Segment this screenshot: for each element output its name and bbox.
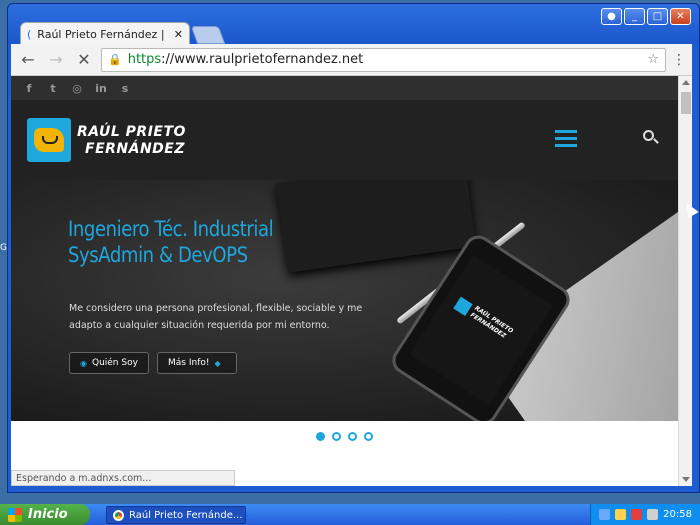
bookmark-star-icon[interactable]: ☆	[647, 52, 659, 67]
tab-raul-prieto[interactable]: ( Raúl Prieto Fernández | Inge ✕	[20, 22, 190, 46]
hero-slider: RAÚL PRIETO FERNÁNDEZ Ingeniero Téc. Ind…	[11, 180, 678, 421]
hero-description: Me considero una persona profesional, fl…	[69, 303, 363, 331]
hero-title-line2: SysAdmin & DevOPS	[68, 243, 248, 267]
tab-title: Raúl Prieto Fernández | Inge	[37, 28, 167, 41]
linkedin-icon[interactable]: in	[95, 82, 107, 95]
close-button[interactable]: ✕	[670, 8, 691, 25]
window-controls: ● _ □ ✕	[601, 8, 691, 25]
back-button[interactable]: ←	[17, 49, 39, 71]
user-profile-icon[interactable]: ●	[601, 8, 622, 25]
url-scheme: https	[127, 52, 162, 67]
warning-icon[interactable]	[615, 509, 627, 520]
quien-soy-button[interactable]: ◉ Quién Soy	[69, 352, 149, 374]
tab-close-icon[interactable]: ✕	[174, 28, 183, 41]
taskbar-item-chrome[interactable]: Raúl Prieto Fernánde...	[106, 506, 246, 524]
site-name-line1: RAÚL PRIETO	[77, 124, 186, 140]
browser-menu-icon[interactable]: ⋮	[672, 52, 686, 68]
address-bar[interactable]: 🔒 https://www.raulprietofernandez.net ☆	[101, 47, 666, 72]
slider-pagination	[11, 432, 678, 441]
security-shield-icon[interactable]	[631, 509, 643, 520]
site-name-line2: FERNÁNDEZ	[85, 141, 186, 157]
twitter-icon[interactable]: t	[47, 82, 59, 95]
site-name[interactable]: RAÚL PRIETO FERNÁNDEZ	[77, 124, 186, 158]
start-label: Inicio	[28, 507, 68, 522]
site-logo[interactable]	[27, 118, 71, 162]
clock[interactable]: 20:58	[663, 509, 692, 520]
slider-dot-3[interactable]	[348, 432, 357, 441]
tab-loading-icon: (	[27, 28, 32, 41]
hero-notebook-image	[275, 180, 477, 273]
web-page: f t ◎ in s RAÚL PRIETO FERNÁNDEZ RAÚL PR…	[11, 76, 678, 486]
social-bar: f t ◎ in s	[11, 76, 678, 100]
slider-dot-1[interactable]	[316, 432, 325, 441]
phone-logo-icon	[453, 296, 473, 317]
hero-title-line1: Ingeniero Téc. Industrial	[68, 217, 274, 241]
volume-icon[interactable]	[647, 509, 659, 520]
maximize-button[interactable]: □	[647, 8, 668, 25]
quien-soy-label: Quién Soy	[91, 358, 138, 368]
new-tab-button[interactable]	[190, 26, 226, 44]
start-button[interactable]: Inicio	[0, 504, 90, 525]
site-header: RAÚL PRIETO FERNÁNDEZ	[11, 100, 678, 180]
tiger-logo-icon	[34, 128, 64, 152]
phone-logo-text: RAÚL PRIETO FERNÁNDEZ	[468, 304, 515, 340]
slider-dot-4[interactable]	[364, 432, 373, 441]
url-host: ://www.raulprietofernandez.net	[161, 52, 364, 67]
stop-loading-button[interactable]: ✕	[73, 49, 95, 71]
browser-toolbar: ← → ✕ 🔒 https://www.raulprietofernandez.…	[11, 44, 692, 76]
scroll-down-icon[interactable]	[682, 477, 690, 482]
taskbar: Inicio Raúl Prieto Fernánde... 20:58	[0, 504, 700, 525]
mas-info-label: Más Info!	[168, 358, 210, 368]
minimize-button[interactable]: _	[624, 8, 645, 25]
windows-flag-icon	[8, 507, 22, 522]
mas-info-button[interactable]: Más Info! ◆	[157, 352, 237, 374]
hamburger-menu-icon[interactable]	[555, 130, 577, 151]
lock-icon: 🔒	[108, 53, 122, 66]
eye-icon: ◉	[80, 358, 87, 368]
instagram-icon[interactable]: ◎	[71, 82, 83, 95]
facebook-icon[interactable]: f	[23, 82, 35, 95]
network-icon[interactable]	[599, 509, 611, 520]
skype-icon[interactable]: s	[119, 82, 131, 95]
chrome-icon	[113, 509, 124, 521]
slider-dot-2[interactable]	[332, 432, 341, 441]
browser-window: ( Raúl Prieto Fernández | Inge ✕ ● _ □ ✕…	[7, 3, 700, 493]
loading-status: Esperando a m.adnxs.com...	[11, 470, 235, 486]
title-bar: ( Raúl Prieto Fernández | Inge ✕ ● _ □ ✕	[8, 4, 699, 46]
hero-title: Ingeniero Téc. Industrial SysAdmin & Dev…	[68, 216, 274, 268]
scroll-thumb[interactable]	[681, 92, 691, 114]
search-icon[interactable]	[643, 130, 659, 146]
desktop-edge-text: G	[0, 243, 7, 253]
diamond-icon: ◆	[214, 358, 221, 368]
forward-button[interactable]: →	[45, 49, 67, 71]
taskbar-item-label: Raúl Prieto Fernánde...	[129, 509, 243, 521]
system-tray: 20:58	[590, 504, 700, 525]
page-scrollbar[interactable]	[678, 76, 692, 486]
page-viewport: f t ◎ in s RAÚL PRIETO FERNÁNDEZ RAÚL PR…	[11, 76, 692, 486]
scroll-up-icon[interactable]	[682, 80, 690, 85]
